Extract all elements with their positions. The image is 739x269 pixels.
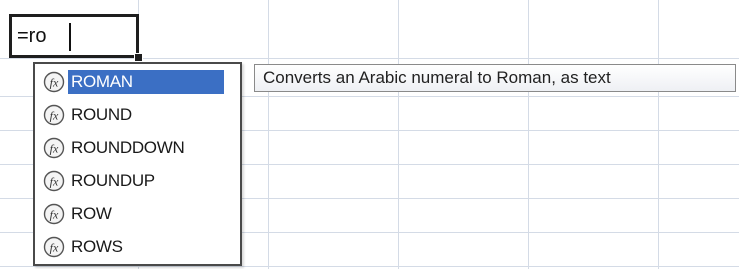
function-icon: fx xyxy=(43,203,65,224)
autocomplete-item-label: ROUND xyxy=(71,104,132,124)
autocomplete-item-row[interactable]: fx ROW xyxy=(39,198,238,229)
svg-text:fx: fx xyxy=(50,75,59,89)
svg-text:fx: fx xyxy=(50,108,59,122)
function-autocomplete-list[interactable]: fx ROMAN fx ROUND fx ROUNDDOWN fx ROUNDU… xyxy=(33,62,242,266)
function-icon: fx xyxy=(43,71,65,92)
svg-text:fx: fx xyxy=(50,207,59,221)
autocomplete-item-label: ROUNDDOWN xyxy=(71,137,185,157)
autocomplete-item-rows[interactable]: fx ROWS xyxy=(39,231,238,262)
gridline xyxy=(268,0,269,269)
autocomplete-item-label: ROWS xyxy=(71,236,123,256)
autocomplete-item-label: ROW xyxy=(71,203,112,223)
gridline xyxy=(0,266,739,267)
svg-text:fx: fx xyxy=(50,240,59,254)
autocomplete-item-roman[interactable]: fx ROMAN xyxy=(39,66,238,97)
function-description-tooltip: Converts an Arabic numeral to Roman, as … xyxy=(254,64,736,92)
active-cell-editor[interactable]: =ro xyxy=(9,14,139,58)
function-icon: fx xyxy=(43,236,65,257)
function-icon: fx xyxy=(43,104,65,125)
autocomplete-item-round[interactable]: fx ROUND xyxy=(39,99,238,130)
function-icon: fx xyxy=(43,137,65,158)
gridline xyxy=(658,0,659,269)
svg-text:fx: fx xyxy=(50,141,59,155)
text-caret xyxy=(69,23,71,51)
fill-handle[interactable] xyxy=(134,53,143,62)
gridline xyxy=(398,0,399,269)
autocomplete-item-label: ROUNDUP xyxy=(71,170,155,190)
formula-text: =ro xyxy=(17,25,47,47)
autocomplete-item-label: ROMAN xyxy=(68,69,224,94)
function-icon: fx xyxy=(43,170,65,191)
gridline xyxy=(528,0,529,269)
gridline xyxy=(0,58,739,59)
spreadsheet-grid[interactable]: =ro fx ROMAN fx ROUND fx ROUNDDOWN fx RO… xyxy=(0,0,739,269)
autocomplete-item-roundup[interactable]: fx ROUNDUP xyxy=(39,165,238,196)
autocomplete-item-rounddown[interactable]: fx ROUNDDOWN xyxy=(39,132,238,163)
svg-text:fx: fx xyxy=(50,174,59,188)
